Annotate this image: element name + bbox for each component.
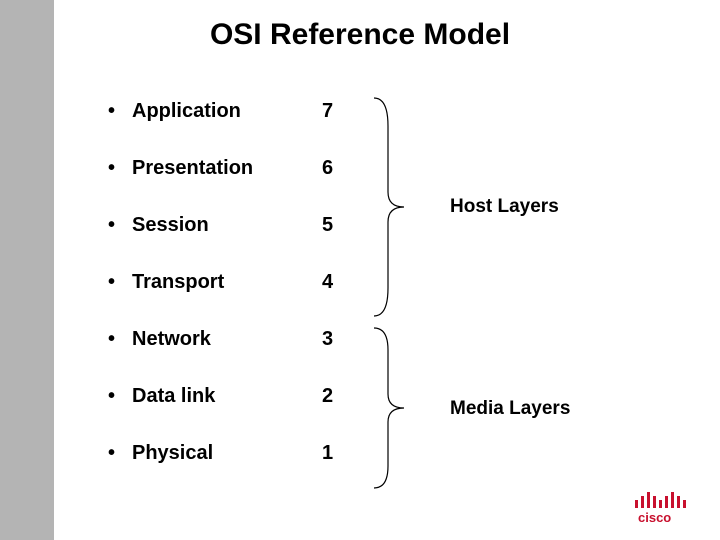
layer-name: Network — [132, 328, 322, 351]
layer-name: Data link — [132, 385, 322, 408]
layer-number: 5 — [322, 214, 362, 237]
bullet-icon: • — [108, 157, 132, 180]
layer-row: • Session 5 — [108, 214, 362, 271]
layer-row: • Presentation 6 — [108, 157, 362, 214]
bullet-icon: • — [108, 442, 132, 465]
layer-number: 3 — [322, 328, 362, 351]
media-layers-label: Media Layers — [450, 398, 570, 420]
host-layers-label: Host Layers — [450, 196, 559, 218]
layers-list: • Application 7 • Presentation 6 • Sessi… — [108, 100, 362, 499]
bullet-icon: • — [108, 271, 132, 294]
layer-name: Physical — [132, 442, 322, 465]
layer-number: 4 — [322, 271, 362, 294]
layer-number: 6 — [322, 157, 362, 180]
bullet-icon: • — [108, 100, 132, 123]
bullet-icon: • — [108, 328, 132, 351]
layer-name: Presentation — [132, 157, 322, 180]
layer-row: • Application 7 — [108, 100, 362, 157]
left-stripe — [0, 0, 54, 540]
layer-number: 7 — [322, 100, 362, 123]
layer-row: • Transport 4 — [108, 271, 362, 328]
layer-name: Session — [132, 214, 322, 237]
logo-text: cisco — [638, 510, 671, 525]
layer-name: Transport — [132, 271, 322, 294]
brace-icon — [370, 326, 410, 490]
layer-row: • Data link 2 — [108, 385, 362, 442]
slide: OSI Reference Model • Application 7 • Pr… — [0, 0, 720, 540]
brace-icon — [370, 96, 410, 318]
layer-name: Application — [132, 100, 322, 123]
bullet-icon: • — [108, 214, 132, 237]
cisco-logo-icon: cisco — [632, 488, 702, 526]
layer-row: • Network 3 — [108, 328, 362, 385]
layer-row: • Physical 1 — [108, 442, 362, 499]
slide-title: OSI Reference Model — [0, 18, 720, 52]
layer-number: 2 — [322, 385, 362, 408]
bullet-icon: • — [108, 385, 132, 408]
layer-number: 1 — [322, 442, 362, 465]
